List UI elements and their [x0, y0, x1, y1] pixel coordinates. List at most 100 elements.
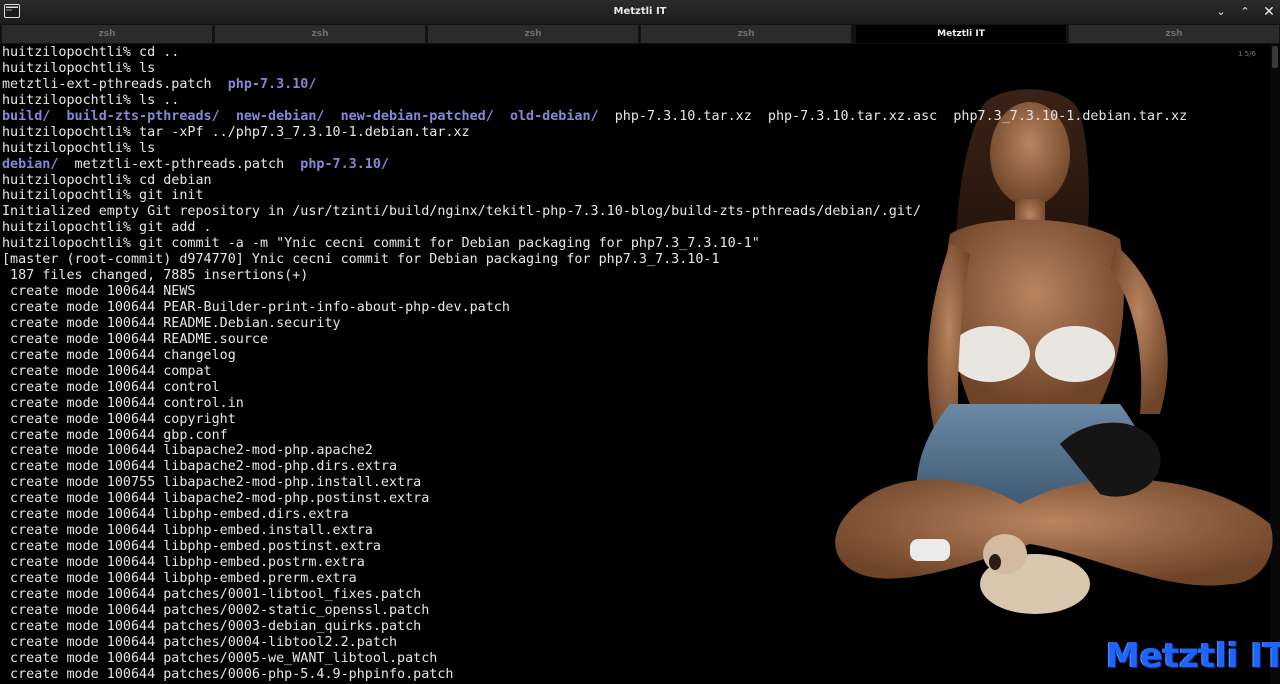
tab-zsh-2[interactable]: zsh	[215, 25, 425, 43]
terminal-text: create mode 100644 libapache2-mod-php.po…	[2, 491, 430, 507]
terminal-text: huitzilopochtli% cd ..	[2, 45, 180, 60]
terminal-text: huitzilopochtli% cd debian	[2, 172, 212, 188]
terminal-text: create mode 100644 patches/0005-we_WANT_…	[2, 650, 438, 666]
terminal-text: create mode 100644 control.in	[2, 395, 244, 411]
terminal-text: create mode 100644 copyright	[2, 411, 236, 427]
terminal-line: huitzilopochtli% ls	[2, 141, 1252, 157]
directory-entry: build-zts-pthreads/	[66, 108, 220, 124]
terminal-text: huitzilopochtli% git init	[2, 188, 204, 204]
terminal-text: create mode 100644 README.source	[2, 331, 269, 347]
scrollbar-thumb[interactable]	[1272, 46, 1278, 68]
terminal-line: create mode 100644 README.Debian.securit…	[2, 316, 1252, 332]
tab-bar: zsh zsh zsh zsh Metztli IT zsh	[0, 24, 1280, 44]
terminal-line: create mode 100644 libphp-embed.dirs.ext…	[2, 507, 1252, 523]
directory-entry: build/	[2, 108, 51, 124]
terminal-text: create mode 100644 patches/0001-libtool_…	[2, 586, 422, 602]
terminal-line: create mode 100644 PEAR-Builder-print-in…	[2, 300, 1252, 316]
terminal-text: create mode 100644 libapache2-mod-php.ap…	[2, 443, 373, 459]
terminal-output[interactable]: huitzilopochtli% cd .. huitzilopochtli% l…	[2, 45, 1252, 683]
terminal-text: create mode 100644 compat	[2, 363, 212, 379]
terminal-line: huitzilopochtli% tar -xPf ../php7.3_7.3.…	[2, 125, 1252, 141]
directory-entry: new-debian/	[235, 108, 325, 124]
tab-zsh-1[interactable]: zsh	[2, 25, 212, 43]
terminal-text: huitzilopochtli% ls	[2, 140, 156, 156]
terminal-text: create mode 100644 patches/0004-libtool2…	[2, 634, 398, 650]
terminal-line: create mode 100644 NEWS	[2, 284, 1252, 300]
terminal-line: 187 files changed, 7885 insertions(+)	[2, 268, 1252, 284]
terminal-text: [master (root-commit) d974770] Ynic cecn…	[2, 252, 720, 268]
terminal-line: debian/ metztli-ext-pthreads.patch php-7…	[2, 157, 1252, 173]
terminal-text: create mode 100644 libphp-embed.postrm.e…	[2, 555, 365, 570]
directory-entry: php-7.3.10/	[227, 76, 317, 92]
terminal-line: create mode 100644 patches/0002-static_o…	[2, 603, 1252, 619]
close-icon: ✕	[1263, 4, 1275, 20]
terminal-line: huitzilopochtli% git init	[2, 188, 1252, 204]
terminal-line: create mode 100644 README.source	[2, 332, 1252, 348]
terminal-line: create mode 100644 libphp-embed.install.…	[2, 523, 1252, 539]
window-menu-button[interactable]: ⌄	[1210, 0, 1232, 24]
close-button[interactable]: ✕	[1258, 0, 1280, 24]
terminal-line: create mode 100644 patches/0004-libtool2…	[2, 635, 1252, 651]
terminal-line: create mode 100644 gbp.conf	[2, 428, 1252, 444]
chevron-down-icon: ⌄	[1216, 5, 1226, 18]
terminal-line: huitzilopochtli% git add .	[2, 220, 1252, 236]
terminal-text: create mode 100644 PEAR-Builder-print-in…	[2, 300, 510, 315]
terminal-text: create mode 100755 libapache2-mod-php.in…	[2, 475, 422, 491]
terminal-text: metztli-ext-pthreads.patch	[58, 156, 301, 172]
terminal-line: create mode 100644 libapache2-mod-php.ap…	[2, 443, 1252, 459]
terminal-line: create mode 100644 compat	[2, 364, 1252, 380]
terminal-text: php-7.3.10.tar.xz php-7.3.10.tar.xz.asc …	[598, 108, 1188, 124]
title-bar[interactable]: Metztli IT ⌄ ⌃ ✕	[0, 0, 1280, 25]
tab-zsh-3[interactable]: zsh	[428, 25, 638, 43]
terminal-text: create mode 100644 patches/0003-debian_q…	[2, 618, 422, 634]
terminal-line: create mode 100644 copyright	[2, 412, 1252, 428]
terminal-line: create mode 100644 control	[2, 380, 1252, 396]
terminal-line: huitzilopochtli% ls ..	[2, 93, 1252, 109]
terminal-text: Initialized empty Git repository in /usr…	[2, 204, 922, 220]
terminal-text: create mode 100644 libphp-embed.dirs.ext…	[2, 507, 349, 523]
terminal-text: 187 files changed, 7885 insertions(+)	[2, 268, 309, 284]
minimize-button[interactable]: ⌃	[1234, 0, 1256, 24]
directory-entry: php-7.3.10/	[300, 156, 389, 172]
metztli-it-watermark: Metztli IT	[1106, 636, 1280, 676]
terminal-line: create mode 100644 patches/0005-we_WANT_…	[2, 651, 1252, 667]
terminal-text: create mode 100644 gbp.conf	[2, 427, 228, 443]
terminal-line: create mode 100644 libphp-embed.postinst…	[2, 539, 1252, 555]
terminal-text: create mode 100644 libphp-embed.postinst…	[2, 539, 381, 555]
terminal-text: create mode 100644 NEWS	[2, 284, 196, 300]
terminal-text: huitzilopochtli% tar -xPf ../php7.3_7.3.…	[2, 124, 470, 140]
terminal-line: create mode 100755 libapache2-mod-php.in…	[2, 475, 1252, 491]
terminal-text: huitzilopochtli% git commit -a -m "Ynic …	[2, 236, 760, 252]
terminal-line: Initialized empty Git repository in /usr…	[2, 204, 1252, 220]
terminal-text: create mode 100644 patches/0006-php-5.4.…	[2, 666, 454, 682]
terminal-text: create mode 100644 changelog	[2, 347, 236, 363]
terminal-text: huitzilopochtli% git add .	[2, 220, 212, 236]
directory-entry: debian/	[2, 156, 59, 172]
terminal-line: huitzilopochtli% git commit -a -m "Ynic …	[2, 236, 1252, 252]
tab-metztli-it[interactable]: Metztli IT	[856, 25, 1066, 43]
tab-zsh-4[interactable]: zsh	[641, 25, 851, 43]
terminal-text: metztli-ext-pthreads.patch	[2, 76, 228, 92]
chevron-up-icon: ⌃	[1240, 5, 1250, 18]
terminal-text: create mode 100644 libapache2-mod-php.di…	[2, 459, 398, 475]
terminal-line: [master (root-commit) d974770] Ynic cecn…	[2, 252, 1252, 268]
directory-entry: new-debian-patched/	[340, 108, 494, 124]
terminal-text: create mode 100644 libphp-embed.prerm.ex…	[2, 570, 357, 586]
terminal-text: create mode 100644 libphp-embed.install.…	[2, 523, 373, 539]
terminal-line: create mode 100644 patches/0006-php-5.4.…	[2, 667, 1252, 683]
terminal-line: build/ build-zts-pthreads/ new-debian/ n…	[2, 109, 1252, 125]
terminal-line: create mode 100644 libapache2-mod-php.po…	[2, 491, 1252, 507]
terminal-line: metztli-ext-pthreads.patch php-7.3.10/	[2, 77, 1252, 93]
directory-entry: old-debian/	[509, 108, 599, 124]
terminal-text: create mode 100644 README.Debian.securit…	[2, 315, 341, 331]
terminal-line: create mode 100644 patches/0003-debian_q…	[2, 619, 1252, 635]
terminal-line: create mode 100644 libapache2-mod-php.di…	[2, 459, 1252, 475]
terminal-text: create mode 100644 patches/0002-static_o…	[2, 602, 430, 618]
tab-zsh-6[interactable]: zsh	[1069, 25, 1279, 43]
terminal-line: create mode 100644 control.in	[2, 396, 1252, 412]
terminal-text: huitzilopochtli% ls	[2, 60, 156, 76]
